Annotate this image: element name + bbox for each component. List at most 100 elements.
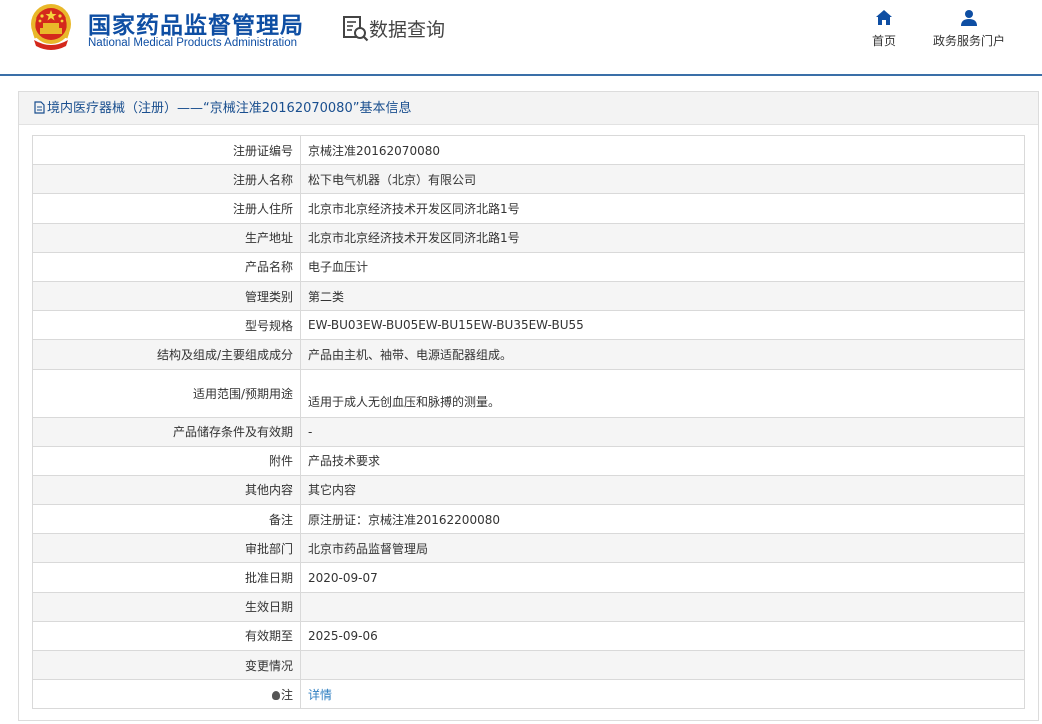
field-label: 型号规格 xyxy=(32,310,301,341)
field-value: 北京市北京经济技术开发区同济北路1号 xyxy=(300,193,1025,224)
field-value: 北京市药品监督管理局 xyxy=(300,533,1025,564)
table-row: 生效日期 xyxy=(32,591,1025,622)
field-value-text: 北京市北京经济技术开发区同济北路1号 xyxy=(308,231,520,246)
table-row: 管理类别 第二类 xyxy=(32,280,1025,312)
field-value-text: 原注册证：京械注准20162200080 xyxy=(308,512,500,527)
table-row: 型号规格 EW-BU03EW-BU05EW-BU15EW-BU35EW-BU55 xyxy=(32,310,1025,341)
field-label-text: 审批部门 xyxy=(244,541,293,556)
details-link[interactable]: 详情 xyxy=(308,688,332,702)
field-value xyxy=(300,649,1025,681)
header-divider xyxy=(0,74,1042,76)
field-label-text: 备注 xyxy=(268,512,293,527)
table-row: 备注 原注册证：京械注准20162200080 xyxy=(32,504,1025,535)
field-value-text: 京械注准20162070080 xyxy=(308,143,440,158)
nav-portal-label: 政务服务门户 xyxy=(932,34,1005,48)
field-value: - xyxy=(300,416,1025,447)
field-label-text: 产品名称 xyxy=(244,260,293,275)
field-label: 适用范围/预期用途 xyxy=(32,368,301,418)
table-row: 注册人住所 北京市北京经济技术开发区同济北路1号 xyxy=(32,193,1025,224)
field-value-text: 电子血压计 xyxy=(308,260,369,275)
nav-home[interactable]: 首页 xyxy=(866,9,902,49)
field-label: 注册人住所 xyxy=(32,193,301,224)
field-value: 2020-09-07 xyxy=(300,562,1025,593)
field-label: 批准日期 xyxy=(32,562,301,593)
table-row: 审批部门 北京市药品监督管理局 xyxy=(32,533,1025,564)
field-value: 产品技术要求 xyxy=(300,445,1025,476)
field-label: 管理类别 xyxy=(32,280,301,312)
table-row: 其他内容 其它内容 xyxy=(32,474,1025,506)
data-query-title: 数据查询 xyxy=(369,19,446,41)
field-value: 第二类 xyxy=(300,280,1025,312)
table-row: 有效期至 2025-09-06 xyxy=(32,620,1025,652)
field-label: 备注 xyxy=(32,504,301,535)
field-value-text: 北京市药品监督管理局 xyxy=(308,541,429,556)
emblem-icon xyxy=(31,4,71,50)
field-value-text: 松下电气机器（北京）有限公司 xyxy=(308,172,477,187)
field-value: 产品由主机、袖带、电源适配器组成。 xyxy=(300,339,1025,370)
field-value: 北京市北京经济技术开发区同济北路1号 xyxy=(300,222,1025,253)
field-value: 原注册证：京械注准20162200080 xyxy=(300,504,1025,535)
info-panel: 境内医疗器械（注册）——“京械注准20162070080”基本信息 注册证编号京… xyxy=(18,91,1039,721)
field-label: 结构及组成/主要组成成分 xyxy=(32,339,301,370)
field-label-text: 结构及组成/主要组成成分 xyxy=(156,347,293,362)
field-label: 注 xyxy=(32,679,301,710)
field-value: 其它内容 xyxy=(300,474,1025,506)
site-title: 国家药品监督管理局 xyxy=(88,13,304,39)
field-value xyxy=(300,591,1025,622)
field-value: 电子血压计 xyxy=(300,251,1025,282)
table-row: 注册证编号 京械注准20162070080 xyxy=(32,134,1025,166)
table-row: 产品名称 电子血压计 xyxy=(32,251,1025,282)
field-value-text: 产品由主机、袖带、电源适配器组成。 xyxy=(308,347,513,362)
table-row: 注 详情 xyxy=(32,679,1025,710)
field-value: 京械注准20162070080 xyxy=(300,134,1025,166)
lightbulb-icon xyxy=(271,690,280,700)
field-label-text: 管理类别 xyxy=(244,289,293,304)
field-label-text: 型号规格 xyxy=(244,318,293,333)
site-subtitle: National Medical Products Administration xyxy=(88,37,298,49)
user-icon xyxy=(961,10,977,26)
field-label: 产品储存条件及有效期 xyxy=(32,416,301,447)
table-row: 批准日期 2020-09-07 xyxy=(32,562,1025,593)
field-value-text: 北京市北京经济技术开发区同济北路1号 xyxy=(308,201,520,216)
field-label-text: 附件 xyxy=(268,454,293,469)
field-value: 松下电气机器（北京）有限公司 xyxy=(300,164,1025,195)
panel-header: 境内医疗器械（注册）——“京械注准20162070080”基本信息 xyxy=(19,92,1038,125)
field-label: 生效日期 xyxy=(32,591,301,622)
field-label: 变更情况 xyxy=(32,649,301,681)
field-label: 其他内容 xyxy=(32,474,301,506)
field-label-text: 变更情况 xyxy=(244,658,293,673)
field-value: 详情 xyxy=(300,679,1025,710)
nav-portal[interactable]: 政务服务门户 xyxy=(928,9,1010,49)
field-label-text: 生效日期 xyxy=(244,600,293,615)
field-label: 审批部门 xyxy=(32,533,301,564)
field-value-text: 2020-09-07 xyxy=(308,570,378,585)
field-value: 2025-09-06 xyxy=(300,620,1025,652)
field-label: 附件 xyxy=(32,445,301,476)
field-label-text: 生产地址 xyxy=(244,231,293,246)
field-label-text: 批准日期 xyxy=(244,571,293,586)
page-header: 国家药品监督管理局 National Medical Products Admi… xyxy=(0,0,1042,76)
field-label-text: 产品储存条件及有效期 xyxy=(172,425,293,440)
info-table: 注册证编号 京械注准20162070080 注册人名称 松下电气机器（北京）有限公司注… xyxy=(32,134,1025,710)
field-label-text: 其他内容 xyxy=(244,483,293,498)
nav-home-label: 首页 xyxy=(871,34,896,48)
field-label-text: 注 xyxy=(280,687,293,702)
field-value-text: 其它内容 xyxy=(308,483,357,498)
field-label: 注册人名称 xyxy=(32,164,301,195)
home-icon xyxy=(876,10,892,25)
field-value-text: 第二类 xyxy=(308,289,345,304)
table-row: 注册人名称 松下电气机器（北京）有限公司 xyxy=(32,164,1025,195)
field-value-text: - xyxy=(308,424,313,439)
document-icon xyxy=(34,101,45,114)
table-row: 适用范围/预期用途 适用于成人无创血压和脉搏的测量。 xyxy=(32,368,1025,418)
field-label-text: 注册人名称 xyxy=(232,172,293,187)
field-label-text: 注册人住所 xyxy=(232,201,293,216)
field-label-text: 有效期至 xyxy=(244,629,293,644)
table-row: 结构及组成/主要组成成分 产品由主机、袖带、电源适配器组成。 xyxy=(32,339,1025,370)
field-label-text: 适用范围/预期用途 xyxy=(192,386,293,401)
field-value-text: 2025-09-06 xyxy=(308,628,378,643)
field-value-text: EW-BU03EW-BU05EW-BU15EW-BU35EW-BU55 xyxy=(308,318,584,333)
field-value-text: 适用于成人无创血压和脉搏的测量。 xyxy=(308,394,501,409)
field-label: 注册证编号 xyxy=(32,134,301,166)
search-document-icon xyxy=(343,16,369,42)
